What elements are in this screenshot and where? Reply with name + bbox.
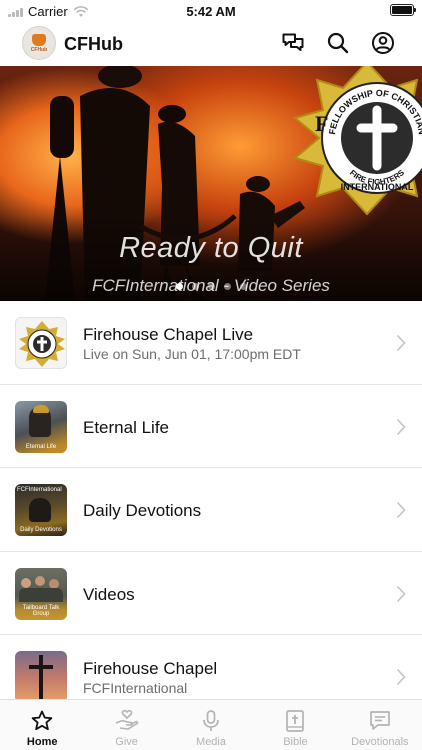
carousel-dot[interactable] xyxy=(191,283,199,290)
carousel-dot[interactable] xyxy=(239,283,247,290)
chevron-right-icon xyxy=(396,418,406,435)
tab-devotionals[interactable]: Devotionals xyxy=(338,700,422,750)
tab-label: Devotionals xyxy=(351,736,409,748)
group-photo-thumb: Tailboard Talk Group xyxy=(15,567,67,620)
list-item-subtitle: FCFInternational xyxy=(83,680,188,696)
list-item-title: Firehouse Chapel xyxy=(83,659,218,678)
app-title: CFHub xyxy=(64,34,123,54)
bible-icon xyxy=(286,710,305,732)
thumb-label: Tailboard Talk Group xyxy=(22,604,60,617)
status-time: 5:42 AM xyxy=(186,4,236,19)
app-header: CFHub CFHub xyxy=(0,22,422,66)
tab-label: Give xyxy=(115,736,138,748)
fcf-badge-thumb-icon xyxy=(19,321,65,367)
microphone-icon xyxy=(203,710,219,731)
hero-title: Ready to Quit xyxy=(119,232,303,264)
tab-label: Home xyxy=(26,736,58,748)
list-item-title: Daily Devotions xyxy=(83,501,202,520)
tab-bible[interactable]: Bible xyxy=(253,700,337,750)
list-item-firehouse-chapel-live[interactable]: Firehouse Chapel Live Live on Sun, Jun 0… xyxy=(0,301,422,385)
chevron-right-icon xyxy=(396,501,406,519)
thumb-top-label: FCFInternational xyxy=(17,487,62,493)
list-item-subtitle: Live on Sun, Jun 01, 17:00pm EDT xyxy=(83,346,301,362)
list-item-eternal-life[interactable]: Eternal Life Eternal Life xyxy=(0,385,422,468)
devotions-photo-thumb: FCFInternational Daily Devotions xyxy=(15,484,67,536)
list-item-title: Eternal Life xyxy=(83,417,169,437)
badge-international-text: INTERNATIONAL xyxy=(341,182,414,192)
badge-letter: F xyxy=(315,111,328,136)
tab-give[interactable]: Give xyxy=(84,700,168,750)
tab-home[interactable]: Home xyxy=(0,700,84,750)
chevron-right-icon xyxy=(396,334,406,352)
search-icon[interactable] xyxy=(326,31,350,55)
logo-text: CFHub xyxy=(30,46,48,53)
status-bar: Carrier 5:42 AM xyxy=(0,0,422,22)
carousel-dot[interactable] xyxy=(207,283,215,290)
tab-label: Bible xyxy=(283,736,308,748)
list-item-daily-devotions[interactable]: FCFInternational Daily Devotions Daily D… xyxy=(0,468,422,552)
give-hand-icon xyxy=(115,709,138,730)
star-icon xyxy=(31,710,53,731)
firefighter-photo-thumb: Eternal Life xyxy=(15,400,67,453)
profile-icon[interactable] xyxy=(371,31,395,55)
content-list: Firehouse Chapel Live Live on Sun, Jun 0… xyxy=(0,301,422,719)
devotional-chat-icon xyxy=(369,711,390,730)
fcf-maltese-cross-badge: F FELLOWSHIP OF CHRISTIAN FIRE FIGHTERS … xyxy=(292,66,422,216)
list-item-videos[interactable]: Tailboard Talk Group Videos xyxy=(0,552,422,635)
chat-icon[interactable] xyxy=(281,31,305,55)
hero-banner[interactable]: F FELLOWSHIP OF CHRISTIAN FIRE FIGHTERS … xyxy=(0,66,422,301)
cross-sunset-thumb xyxy=(15,651,67,703)
tab-bar: Home Give Media Bible Devotionals xyxy=(0,699,422,750)
battery-icon xyxy=(390,4,416,16)
chevron-right-icon xyxy=(396,585,406,602)
carousel-dot[interactable] xyxy=(223,283,231,290)
tab-media[interactable]: Media xyxy=(169,700,253,750)
app-logo[interactable]: CFHub xyxy=(22,26,56,60)
logo-mark-icon xyxy=(32,33,46,46)
tab-label: Media xyxy=(196,736,226,748)
list-item-title: Videos xyxy=(83,584,135,604)
thumb-label: Daily Devotions xyxy=(20,527,62,533)
thumb-label: Eternal Life xyxy=(25,443,57,450)
fcf-badge-thumb xyxy=(15,317,67,369)
chevron-right-icon xyxy=(396,668,406,686)
list-item-title: Firehouse Chapel Live xyxy=(83,325,254,344)
carousel-dot[interactable] xyxy=(175,283,183,290)
carousel-page-indicator xyxy=(0,283,422,290)
